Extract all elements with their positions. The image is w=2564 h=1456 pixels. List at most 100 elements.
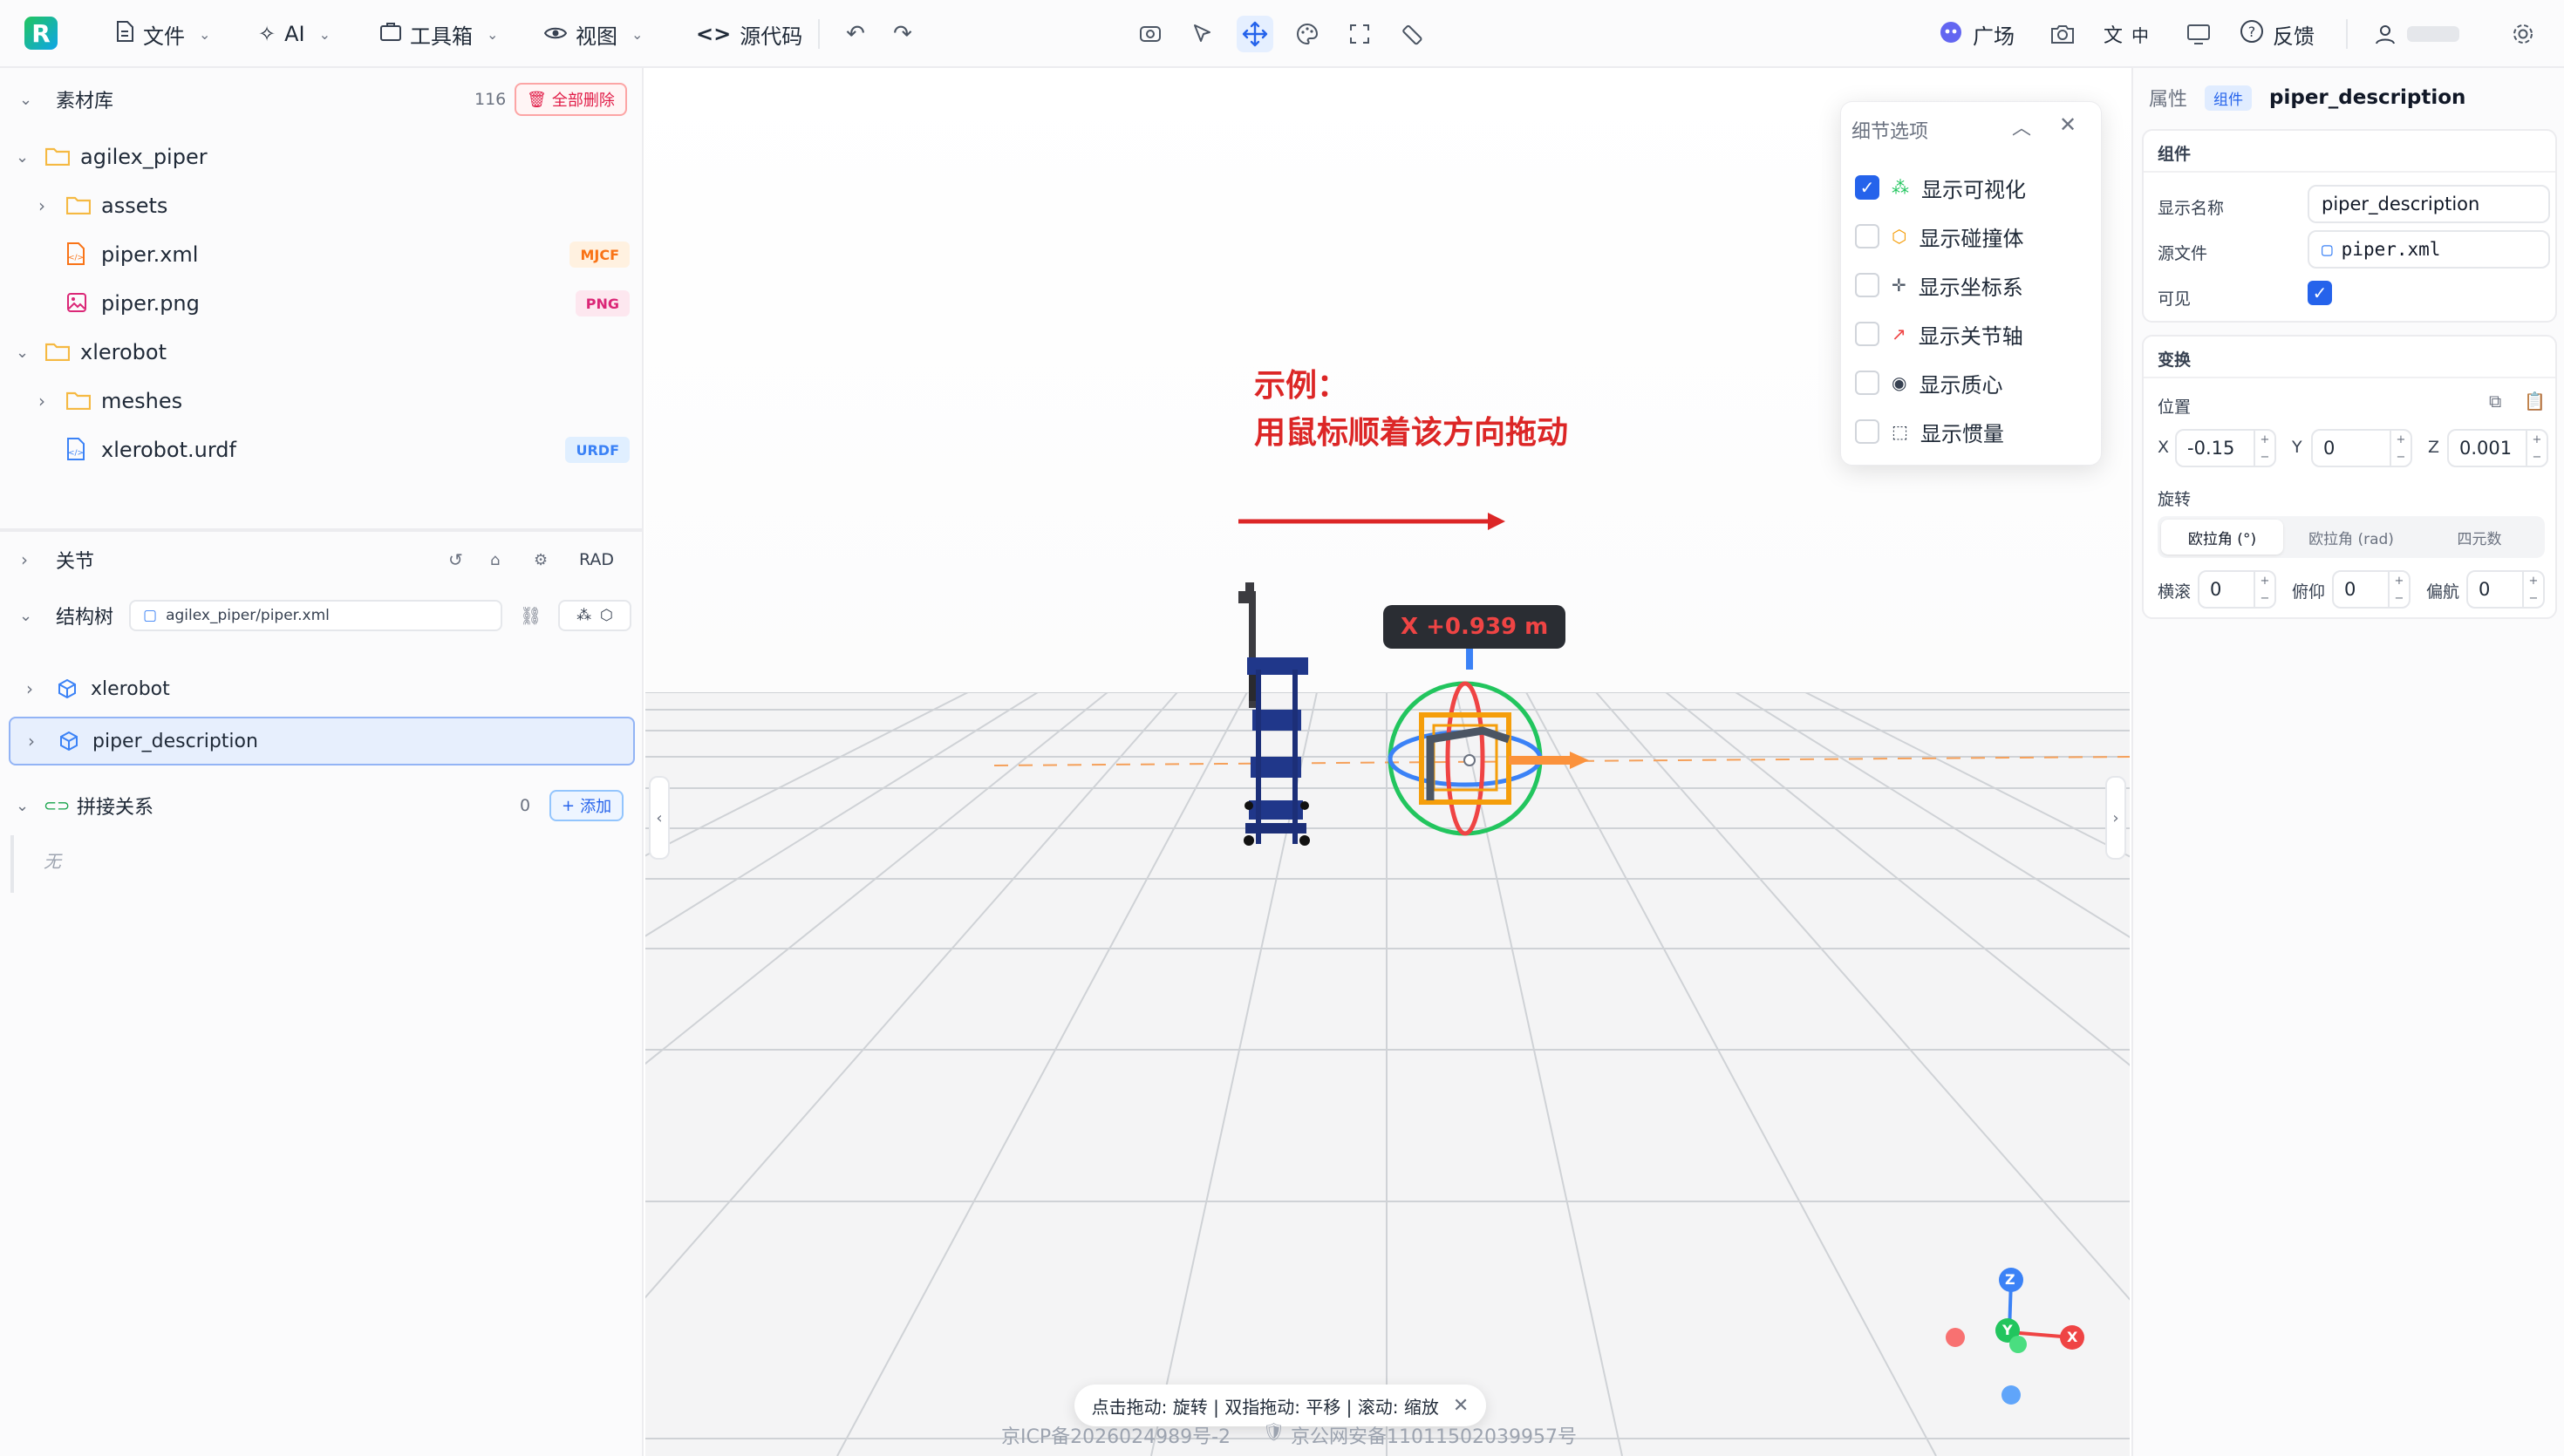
stepper-arrows[interactable]: + − [2526,431,2547,466]
source-file-label: 源文件 [2158,244,2208,263]
reset-icon[interactable]: ↺ [448,549,463,570]
option-show-frames[interactable]: ✛ 显示坐标系 [1855,266,2023,304]
ruler-icon[interactable] [1394,16,1430,52]
stepper-arrows[interactable]: + − [2254,572,2274,607]
tab-euler-rad[interactable]: 欧拉角 (rad) [2288,520,2414,555]
user-icon[interactable] [2367,16,2404,52]
chevron-down-icon: ⌄ [199,25,211,43]
pos-y-input[interactable]: 0 + − [2311,429,2412,467]
tree-folder-xlerobot[interactable]: ⌄ xlerobot [0,328,644,377]
display-name-label: 显示名称 [2158,199,2225,218]
checkbox[interactable] [1855,419,1879,444]
structure-item-piper-description[interactable]: › piper_description [9,717,635,765]
select-cursor-icon[interactable] [1184,16,1221,52]
chevron-up-icon[interactable]: ︿ [2012,112,2031,140]
pos-z-label: Z [2428,438,2440,457]
connections-title: 拼接关系 [77,797,154,819]
link-icon: ⊂⊃ [44,796,71,815]
app-logo[interactable]: R [24,17,58,50]
hierarchy-icon[interactable]: ⛓ [520,605,542,626]
display-name-input[interactable]: piper_description [2308,185,2550,223]
tree-file-xlerobot-urdf[interactable]: </> xlerobot.urdf URDF [0,425,644,474]
option-label: 显示质心 [1919,372,2003,398]
structure-file-selector[interactable]: ▢ agilex_piper/piper.xml [129,600,502,631]
stepper-arrows[interactable]: + − [2390,431,2411,466]
checkbox[interactable] [1855,224,1879,248]
tree-file-piper-xml[interactable]: </> piper.xml MJCF [0,230,644,279]
tab-euler-deg[interactable]: 欧拉角 (°) [2161,520,2283,555]
feedback-button[interactable]: ? 反馈 [2240,14,2315,54]
option-show-visual[interactable]: ✓ ⁂ 显示可视化 [1855,168,2026,207]
option-show-inertia[interactable]: ⬚ 显示惯量 [1855,412,2004,451]
pos-x-input[interactable]: -0.15 + − [2175,429,2276,467]
tab-quaternion[interactable]: 四元数 [2417,520,2541,555]
menu-file[interactable]: 文件 ⌄ [115,14,210,54]
stepper-arrows[interactable]: + − [2254,431,2274,466]
card-divider [2144,377,2555,378]
gizmo-x-label: X [2067,1329,2078,1345]
add-connection-button[interactable]: + 添加 [549,790,624,821]
monitor-icon[interactable] [2180,16,2217,52]
camera-view-icon[interactable] [1132,16,1169,52]
roll-input[interactable]: 0 + − [2198,570,2276,609]
option-label: 显示惯量 [1920,421,2004,446]
language-switch[interactable]: 文 中 [2104,14,2149,54]
tree-folder-meshes[interactable]: › meshes [0,377,644,425]
menu-source[interactable]: <> 源代码 [696,14,802,54]
close-icon[interactable]: ✕ [1453,1395,1469,1417]
tree-file-piper-png[interactable]: piper.png PNG [0,279,644,328]
plaza-button[interactable]: 广场 [1938,14,2015,54]
joints-header[interactable]: › 关节 ↺ ⌂ ⚙ RAD [0,535,644,584]
chevron-down-icon[interactable]: ⌄ [16,797,29,815]
visible-checkbox[interactable]: ✓ [2308,281,2332,305]
yaw-input[interactable]: 0 + − [2466,570,2545,609]
tree-item-label: piper.xml [101,242,199,267]
tree-folder-agilex-piper[interactable]: ⌄ agilex_piper [0,133,644,181]
redo-icon[interactable]: ↷ [884,16,921,52]
shapes-icon: ⁂ [1892,177,1909,198]
pitch-input[interactable]: 0 + − [2332,570,2411,609]
option-show-com[interactable]: ◉ 显示质心 [1855,364,2002,402]
unit-toggle[interactable]: RAD [579,550,614,569]
collapse-right-handle[interactable]: › [2105,776,2126,860]
checkbox[interactable] [1855,371,1879,395]
option-show-joint-axes[interactable]: ↗ 显示关节轴 [1855,315,2023,353]
screenshot-camera-icon[interactable] [2044,16,2081,52]
paste-icon[interactable]: 📋 [2524,391,2546,412]
police-record-link[interactable]: 京公网安备11011502039957号 [1291,1421,1577,1449]
chevron-down-icon[interactable]: ⌄ [19,607,32,625]
checkbox[interactable] [1855,322,1879,346]
source-file-field[interactable]: ▢ piper.xml [2308,230,2550,269]
menu-view-label: 视图 [576,24,617,49]
checkbox[interactable] [1855,273,1879,297]
menu-view[interactable]: 视图 ⌄ [543,14,643,54]
menu-ai[interactable]: ✧ AI ⌄ [258,14,331,54]
close-icon[interactable]: ✕ [2059,112,2076,137]
pos-z-input[interactable]: 0.001 + − [2447,429,2548,467]
structure-item-xlerobot[interactable]: › xlerobot [9,664,635,713]
undo-icon[interactable]: ↶ [837,16,874,52]
palette-icon[interactable] [1289,16,1326,52]
checkbox-checked[interactable]: ✓ [1855,175,1879,200]
controls-hint-text: 点击拖动: 旋转 | 双指拖动: 平移 | 滚动: 缩放 [1091,1396,1439,1418]
stepper-arrows[interactable]: + − [2388,572,2409,607]
fullscreen-icon[interactable] [1341,16,1378,52]
gear-icon[interactable]: ⚙ [534,551,548,569]
option-show-collision[interactable]: ⬡ 显示碰撞体 [1855,217,2023,255]
toolbar-divider [818,19,820,49]
move-axes-icon: ✛ [1892,275,1906,296]
collapse-left-handle[interactable]: ‹ [649,776,670,860]
visible-label: 可见 [2158,289,2192,309]
lock-icon[interactable]: ⌂ [490,551,500,569]
chevron-down-icon[interactable]: ⌄ [19,91,32,109]
tree-folder-assets[interactable]: › assets [0,181,644,230]
folder-icon [44,146,71,171]
settings-gear-icon[interactable] [2505,16,2541,52]
visual-collision-toggle[interactable]: ⁂ ⬡ [558,600,631,631]
copy-icon[interactable]: ⧉ [2489,391,2501,412]
stepper-arrows[interactable]: + − [2522,572,2543,607]
menu-toolbox[interactable]: 工具箱 ⌄ [380,14,498,54]
move-tool-icon[interactable] [1237,16,1273,52]
icp-link[interactable]: 京ICP备2026024989号-2 [1001,1421,1231,1449]
delete-all-button[interactable]: 🗑 全部删除 [515,83,627,116]
